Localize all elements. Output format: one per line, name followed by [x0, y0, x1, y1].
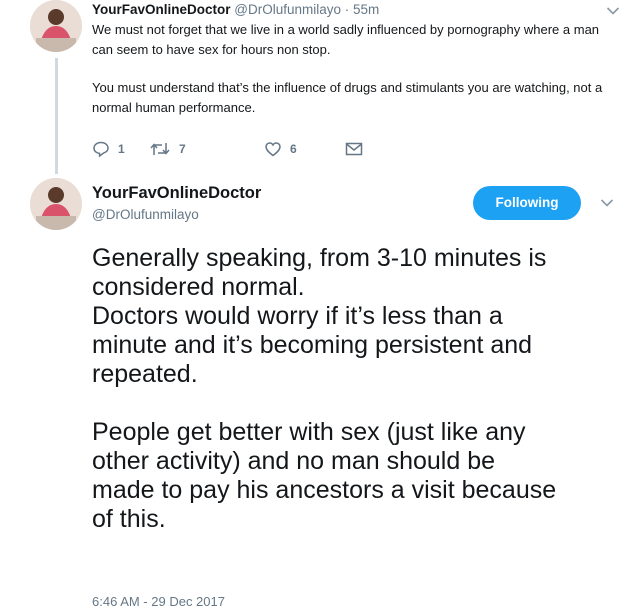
- tweet-line: made to pay his ancestors a visit becaus…: [92, 476, 557, 504]
- tweet-line: of this.: [92, 505, 166, 533]
- tweet-time[interactable]: 55m: [353, 2, 379, 17]
- author-handle[interactable]: @DrOlufunmilayo: [92, 207, 199, 222]
- tweet-line: Generally speaking, from 3-10 minutes is: [92, 244, 547, 272]
- tweet-actions: 1 7 6: [92, 140, 392, 160]
- tweet-paragraph: You must understand that’s the influence…: [92, 80, 603, 115]
- reply-count: 1: [118, 142, 125, 156]
- tweet-paragraph: Generally speaking, from 3-10 minutes is…: [92, 244, 632, 389]
- thread-line: [55, 58, 58, 174]
- header-separator: ·: [341, 2, 354, 17]
- reply-button[interactable]: 1: [92, 140, 125, 158]
- reply-icon: [93, 141, 109, 158]
- tweet-text: Generally speaking, from 3-10 minutes is…: [92, 244, 632, 534]
- envelope-icon: [345, 142, 363, 156]
- tweet-header: YourFavOnlineDoctor @DrOlufunmilayo · 55…: [92, 2, 379, 17]
- tweet-line: Doctors would worry if it’s less than a: [92, 302, 503, 330]
- tweet-line: considered normal.: [92, 273, 305, 301]
- author-handle[interactable]: @DrOlufunmilayo: [234, 2, 341, 17]
- avatar[interactable]: [30, 0, 82, 52]
- retweet-button[interactable]: 7: [149, 140, 186, 158]
- following-button[interactable]: Following: [473, 186, 581, 220]
- chevron-down-icon[interactable]: [600, 198, 614, 208]
- like-button[interactable]: 6: [264, 140, 297, 158]
- direct-message-button[interactable]: [344, 140, 364, 158]
- retweet-count: 7: [179, 142, 186, 156]
- heart-icon: [265, 142, 281, 157]
- chevron-down-icon[interactable]: [606, 6, 620, 16]
- tweet-timestamp[interactable]: 6:46 AM - 29 Dec 2017: [92, 594, 225, 609]
- author-name[interactable]: YourFavOnlineDoctor: [92, 184, 261, 203]
- tweet-line: other activity) and no man should be: [92, 447, 496, 475]
- like-count: 6: [290, 142, 297, 156]
- tweet-paragraph: We must not forget that we live in a wor…: [92, 22, 600, 57]
- tweet-line: minute and it’s becoming persistent and: [92, 331, 533, 359]
- tweet-line: People get better with sex (just like an…: [92, 418, 526, 446]
- retweet-icon: [150, 143, 170, 155]
- tweet-paragraph: People get better with sex (just like an…: [92, 418, 632, 534]
- author-name[interactable]: YourFavOnlineDoctor: [92, 2, 231, 17]
- tweet-text: We must not forget that we live in a wor…: [92, 20, 612, 117]
- tweet-line: repeated.: [92, 360, 198, 388]
- avatar[interactable]: [30, 178, 82, 230]
